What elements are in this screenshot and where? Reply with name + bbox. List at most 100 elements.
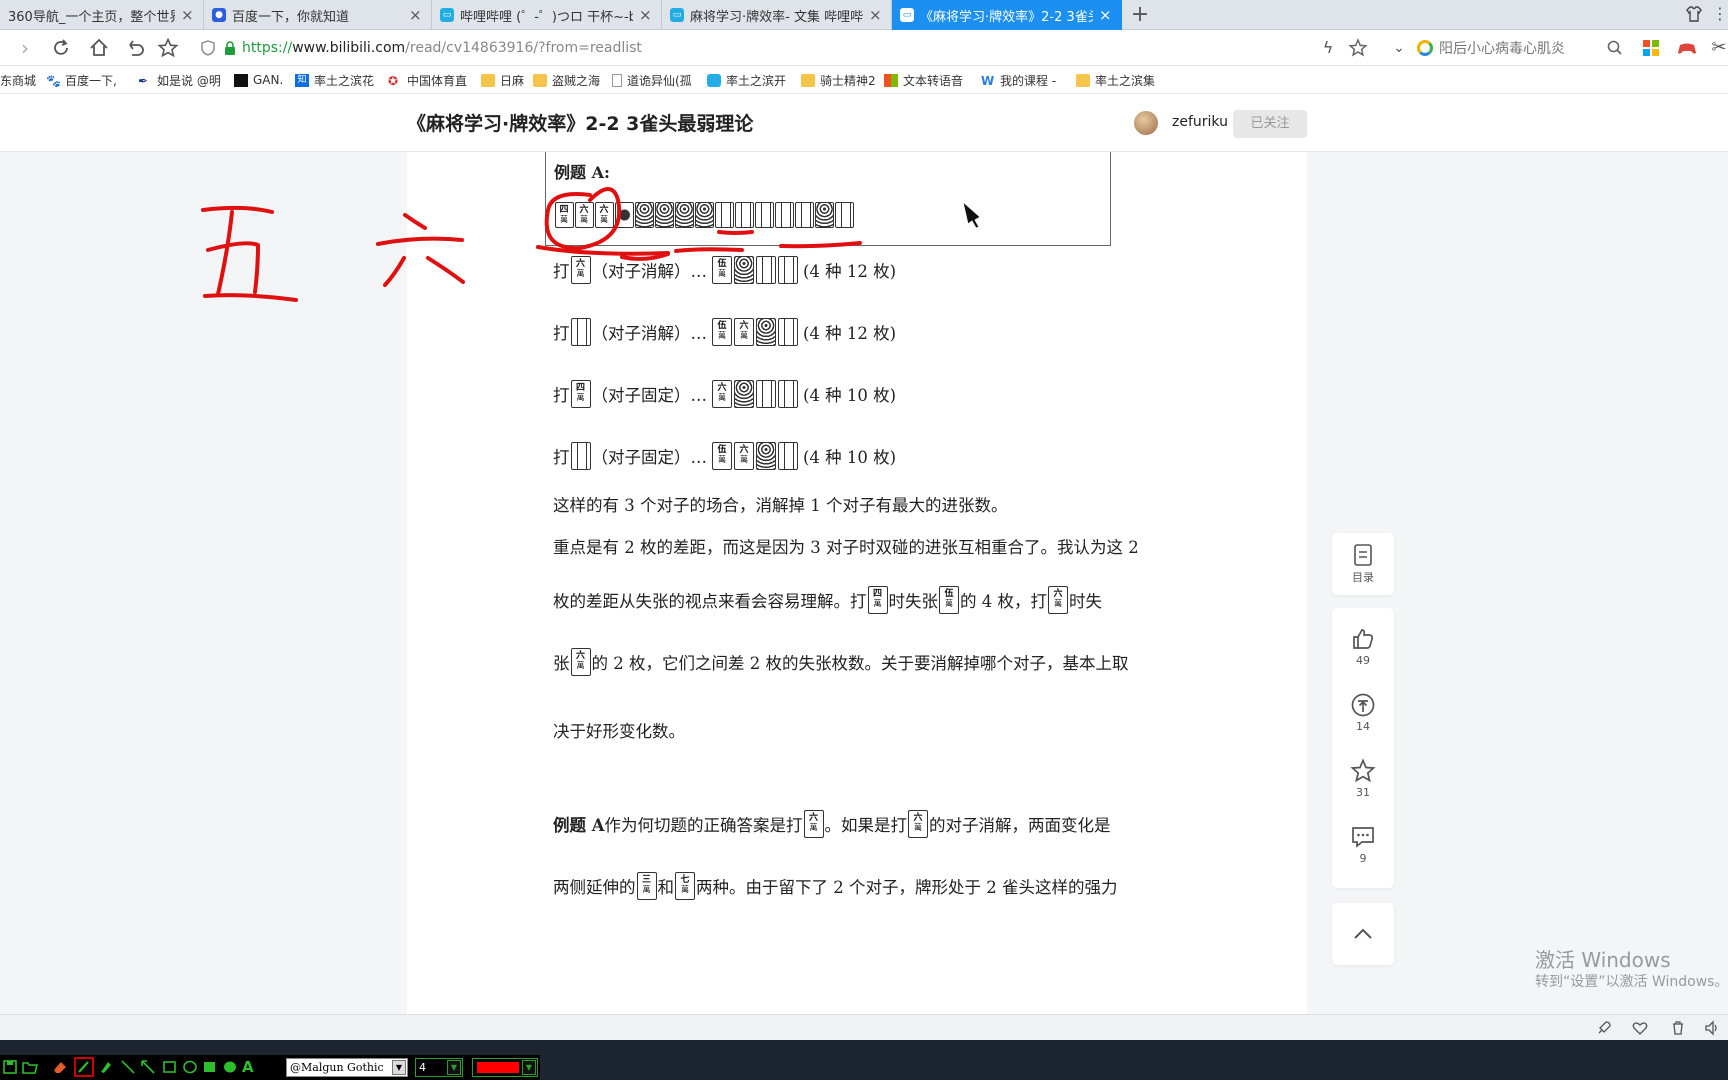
url-text[interactable]: https://www.bilibili.com/read/cv14863916…: [242, 40, 642, 56]
skin-shirt-icon[interactable]: [1685, 5, 1703, 23]
search-input[interactable]: 阳后小心病毒心肌炎: [1417, 34, 1617, 62]
mahjong-tile-6m: 六萬: [734, 442, 754, 470]
comment-count: 9: [1359, 852, 1367, 865]
color-dropdown[interactable]: ▼: [472, 1058, 538, 1077]
mahjong-tile-2s: [714, 202, 734, 228]
save-icon[interactable]: [2, 1059, 18, 1075]
arrow-icon[interactable]: [140, 1059, 156, 1075]
ellipse-icon[interactable]: [182, 1059, 198, 1075]
tab-mahjong-collection[interactable]: ▭ 麻将学习·牌效率- 文集 哔哩哔哩 ×: [662, 0, 892, 30]
game-controller-icon[interactable]: [1676, 37, 1698, 59]
toc-panel[interactable]: 目录: [1332, 533, 1394, 595]
search-icon[interactable]: [1604, 37, 1626, 59]
scissors-icon[interactable]: ✂: [1708, 37, 1728, 59]
forward-icon[interactable]: ›: [14, 37, 36, 59]
eraser-icon[interactable]: [52, 1059, 68, 1075]
bookmark-item[interactable]: 文本转语音: [884, 71, 968, 89]
bookmark-item[interactable]: 东商城: [0, 71, 40, 89]
mahjong-tile-sou: [756, 256, 776, 284]
overflow-icon[interactable]: ⋮: [1712, 4, 1728, 23]
bookmark-star-icon[interactable]: [1347, 37, 1369, 59]
bookmark-item[interactable]: 率土之滨开: [707, 71, 789, 89]
author-name[interactable]: zefuriku: [1172, 114, 1228, 130]
rectangle-icon[interactable]: [162, 1059, 178, 1075]
tab-close-icon[interactable]: ×: [639, 6, 653, 24]
bookmark-item[interactable]: 道诡异仙(孤: [612, 71, 696, 89]
url-host: www.bilibili.com: [292, 40, 406, 56]
coin-button[interactable]: 14: [1332, 692, 1394, 733]
mahjong-tile-6m: 六萬: [803, 810, 824, 838]
bookmark-item[interactable]: GAN.: [234, 71, 284, 89]
discard-prefix: 打: [553, 324, 570, 343]
security-shield-icon[interactable]: [200, 40, 216, 56]
bookmark-item[interactable]: 知率土之滨花: [295, 71, 377, 89]
discard-prefix: 打: [553, 262, 570, 281]
bilibili-icon: ▭: [670, 8, 684, 22]
bookmark-folder[interactable]: 骑士精神2: [801, 71, 877, 89]
tab-baidu[interactable]: ● 百度一下，你就知道 ×: [204, 0, 432, 30]
tab-close-icon[interactable]: ×: [869, 6, 883, 24]
tab-360-navigation[interactable]: 360导航_一个主页，整个世界 ×: [0, 0, 204, 30]
undo-close-tab-icon[interactable]: [124, 37, 146, 59]
bookmark-label: GAN.: [253, 73, 284, 87]
highlighter-icon[interactable]: [98, 1059, 114, 1075]
filled-ellipse-icon[interactable]: [222, 1059, 238, 1075]
baidu-paw-icon: ●: [212, 8, 226, 22]
text-tool-icon[interactable]: A: [242, 1059, 258, 1075]
pen-icon[interactable]: [74, 1057, 94, 1077]
favorite-button[interactable]: 31: [1332, 758, 1394, 799]
bookmark-item[interactable]: 🐾 百度一下,: [46, 71, 124, 89]
bookmark-folder[interactable]: 盗贼之海: [533, 71, 603, 89]
mahjong-tile-pin: [756, 318, 776, 346]
favorite-star-icon[interactable]: [157, 37, 179, 59]
bookmark-item[interactable]: ✪ 中国体育直: [388, 71, 468, 89]
avatar[interactable]: [1134, 111, 1158, 135]
tile-hand: 四萬 六萬 六萬: [554, 202, 854, 228]
tab-bilibili-home[interactable]: ▭ 哔哩哔哩 (゜-゜)つロ 干杯~-bil ×: [432, 0, 662, 30]
font-dropdown[interactable]: @Malgun Gothic ▼: [286, 1058, 408, 1077]
rocket-icon[interactable]: [1596, 1020, 1612, 1036]
tab-close-icon[interactable]: ×: [1099, 6, 1113, 24]
bookmark-folder[interactable]: 日麻: [481, 71, 527, 89]
bookmark-item[interactable]: ✒ 如是说 @明: [138, 71, 224, 89]
size-dropdown[interactable]: 4 ▼: [415, 1058, 463, 1077]
apps-grid-icon[interactable]: [1640, 37, 1662, 59]
like-button[interactable]: 49: [1332, 626, 1394, 667]
tab-close-icon[interactable]: ×: [181, 6, 195, 24]
bookmark-label: 日麻: [500, 73, 525, 88]
trash-icon[interactable]: [1670, 1020, 1686, 1036]
bilibili-icon: ▭: [900, 8, 914, 22]
bookmark-label: 道诡异仙(孤: [627, 73, 692, 88]
discard-option-row: 打 （对子固定）… 伍萬 六萬 (4 种 10 枚): [553, 442, 896, 470]
bookmark-item[interactable]: W 我的课程 -: [981, 71, 1057, 89]
tab-current-article[interactable]: ▭ 《麻将学习·牌效率》2-2 3雀头 ×: [892, 0, 1122, 30]
lightning-icon[interactable]: ϟ: [1317, 37, 1339, 59]
line-icon[interactable]: [120, 1059, 136, 1075]
address-bar[interactable]: https://www.bilibili.com/read/cv14863916…: [200, 34, 1390, 62]
open-folder-icon[interactable]: [22, 1059, 38, 1075]
chevron-down-icon[interactable]: ⌄: [1388, 37, 1410, 59]
mahjong-tile-5m: 伍萬: [939, 586, 959, 614]
baidu-paw-icon: 🐾: [46, 73, 61, 88]
toc-button[interactable]: 目录: [1332, 543, 1394, 585]
bookmark-label: 文本转语音: [903, 73, 964, 88]
home-icon[interactable]: [88, 37, 110, 59]
folder-icon: [801, 73, 815, 87]
reload-icon[interactable]: [50, 37, 72, 59]
paragraph-line: 两侧延伸的 三萬 和 七萬 两种。由于留下了 2 个对子，牌形处于 2 雀头这样…: [553, 872, 1117, 900]
follow-button[interactable]: 已关注: [1233, 110, 1307, 138]
new-tab-button[interactable]: +: [1128, 2, 1152, 27]
speaker-icon[interactable]: [1704, 1020, 1720, 1036]
heart-icon[interactable]: [1632, 1020, 1648, 1036]
bookmark-folder[interactable]: 率土之滨集: [1076, 71, 1160, 89]
folder-icon: [1076, 73, 1090, 87]
paragraph-text: 时失: [1069, 592, 1102, 611]
filled-rectangle-icon[interactable]: [202, 1059, 218, 1075]
mahjong-tile-1p: [614, 202, 634, 228]
mahjong-tile-8p: [674, 202, 694, 228]
mahjong-tile-6m: 六萬: [908, 810, 929, 838]
comment-button[interactable]: 9: [1332, 824, 1394, 865]
tab-close-icon[interactable]: ×: [409, 6, 423, 24]
back-to-top-button[interactable]: [1332, 903, 1394, 965]
coin-icon: [1351, 693, 1375, 717]
